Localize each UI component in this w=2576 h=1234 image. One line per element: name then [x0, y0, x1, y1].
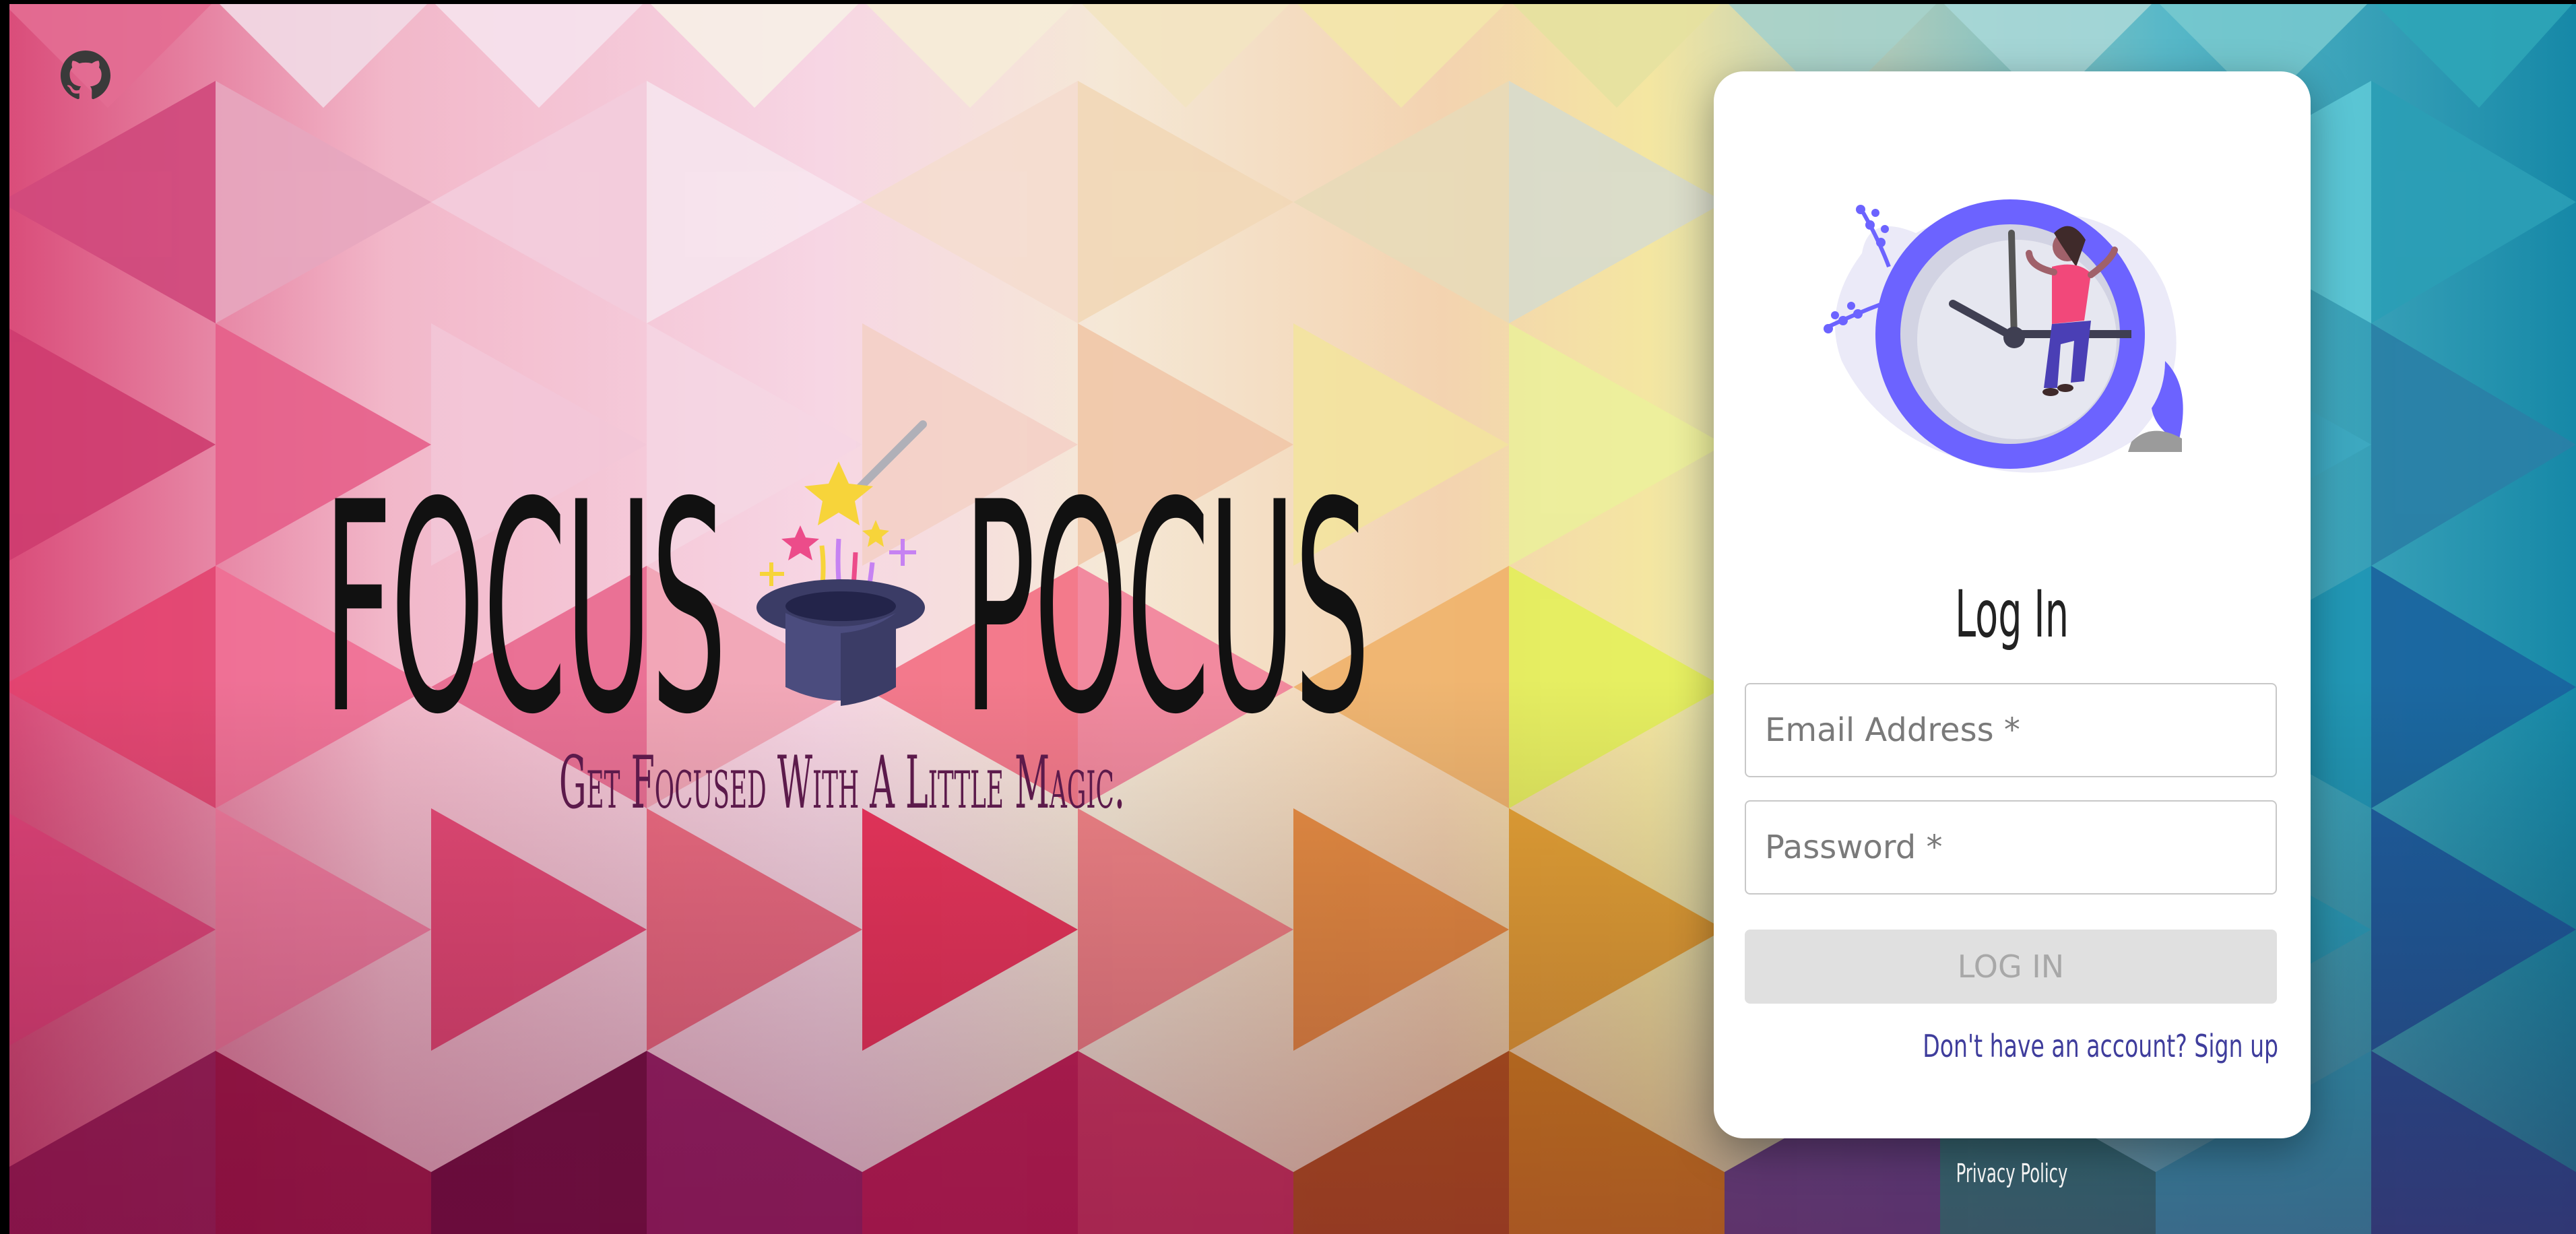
github-link[interactable]	[61, 51, 110, 100]
login-button[interactable]: LOG IN	[1745, 930, 2277, 1004]
login-heading-text: Log In	[1955, 577, 2069, 652]
email-input[interactable]	[1746, 684, 2276, 776]
login-card: Log In LOG IN Don't have an account? Sig…	[1714, 71, 2311, 1138]
privacy-policy-link[interactable]: Privacy Policy	[1886, 1159, 2137, 1188]
tagline: Get Focused With A Little Magic.	[559, 741, 1125, 825]
password-field	[1745, 800, 2277, 895]
privacy-policy-text: Privacy Policy	[1956, 1159, 2067, 1188]
title-pocus: POCUS	[963, 441, 1370, 778]
github-icon	[61, 51, 110, 100]
hero: FOCUS POCUS Get Focused With A Little Ma…	[317, 404, 1394, 835]
magic-hat-icon	[756, 420, 927, 706]
clock-illustration	[1824, 199, 2183, 473]
signup-link[interactable]: Don't have an account? Sign up	[1923, 1028, 2278, 1064]
title-focus: FOCUS	[323, 441, 727, 778]
email-field	[1745, 683, 2277, 777]
login-heading: Log In	[1714, 577, 2311, 652]
password-input[interactable]	[1746, 802, 2276, 893]
